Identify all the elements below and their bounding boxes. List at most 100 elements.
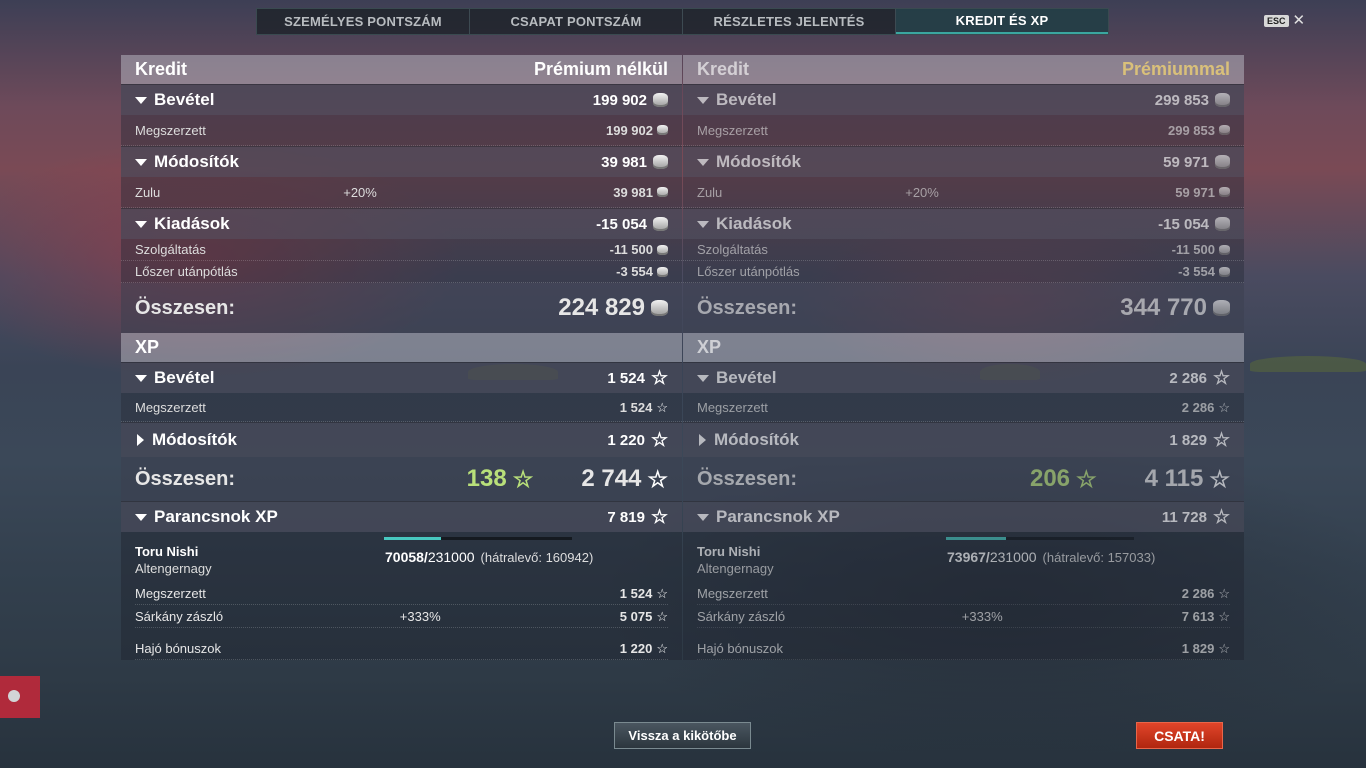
xp-modifiers-group[interactable]: Módosítók 1 220 ☆	[121, 422, 682, 457]
ship-bonus-row: Hajó bónuszok 1 220 ☆	[135, 628, 668, 660]
credit-coin-icon	[1219, 244, 1230, 255]
collapse-arrow-icon[interactable]	[135, 158, 147, 166]
earned-row: Megszerzett 199 902	[121, 115, 682, 146]
credit-coin-icon	[1213, 300, 1230, 316]
commander-xp-group[interactable]: Parancsnok XP 7 819 ☆	[121, 501, 682, 532]
ship-bonus-label: Hajó bónuszok	[697, 640, 783, 656]
collapse-arrow-icon[interactable]	[135, 220, 147, 228]
expand-arrow-icon[interactable]	[699, 434, 706, 446]
tab-credit-xp[interactable]: KREDIT ÉS XP	[896, 9, 1108, 34]
ammo-label: Lőszer utánpótlás	[135, 264, 238, 279]
xp-income-value: 2 286	[1169, 369, 1207, 387]
xp-header: XP	[683, 333, 1244, 362]
commander-name: Toru Nishi	[135, 544, 199, 559]
zulu-percent: +20%	[905, 184, 939, 200]
xp-total-value: 2 744	[581, 465, 642, 492]
commander-progress-max: 231000	[427, 549, 475, 565]
xp-modifiers-label: Módosítók	[152, 430, 237, 449]
ship-bonus-value: 1 829	[1181, 640, 1215, 656]
xp-header: XP	[121, 333, 682, 362]
free-xp-star-icon: ☆	[1076, 465, 1097, 492]
xp-income-group[interactable]: Bevétel 1 524 ☆	[121, 362, 682, 393]
free-xp-value: 206	[1029, 465, 1071, 492]
commander-rank: Altengernagy	[135, 561, 212, 576]
battle-button[interactable]: CSATA!	[1136, 722, 1223, 749]
ammo-label: Lőszer utánpótlás	[697, 264, 800, 279]
credit-title: Kredit	[135, 59, 188, 79]
credit-coin-icon	[657, 244, 668, 255]
expand-arrow-icon[interactable]	[137, 434, 144, 446]
top-tab-bar: SZEMÉLYES PONTSZÁM CSAPAT PONTSZÁM RÉSZL…	[256, 8, 1109, 35]
collapse-arrow-icon[interactable]	[697, 158, 709, 166]
premium-label: Prémium nélkül	[533, 59, 668, 79]
xp-star-icon: ☆	[647, 465, 668, 492]
modifiers-group[interactable]: Módosítók 59 971	[683, 146, 1244, 177]
cmdr-earned-value: 1 524	[619, 585, 653, 601]
dragon-flag-label: Sárkány zászló	[697, 608, 786, 624]
credit-coin-icon	[653, 217, 668, 231]
credit-coin-icon	[657, 125, 668, 135]
credit-total-label: Összesen:	[135, 296, 236, 319]
xp-star-icon: ☆	[1212, 506, 1230, 528]
free-xp-value: 138	[466, 465, 507, 492]
income-group[interactable]: Bevétel 299 853	[683, 84, 1244, 115]
credit-coin-icon	[1219, 187, 1230, 197]
credit-coin-icon	[657, 187, 668, 197]
earned-value: 299 853	[1168, 122, 1215, 138]
expenses-label: Kiadások	[154, 214, 230, 233]
panel-with-premium: Kredit Prémiummal Bevétel 299 853 Megsze…	[683, 55, 1244, 660]
xp-earned-label: Megszerzett	[697, 399, 768, 415]
commander-name: Toru Nishi	[697, 544, 761, 559]
tab-personal-score[interactable]: SZEMÉLYES PONTSZÁM	[257, 9, 470, 34]
xp-total-label: Összesen:	[135, 467, 236, 490]
ship-bonus-value: 1 220	[619, 640, 653, 656]
esc-key-icon: ESC	[1264, 14, 1289, 27]
commander-progress-current: 70058/	[385, 549, 428, 565]
service-label: Szolgáltatás	[135, 242, 206, 257]
credit-coin-icon	[1215, 155, 1230, 169]
xp-star-icon: ☆	[656, 608, 668, 624]
close-button[interactable]: ESC ✕	[1264, 13, 1305, 28]
collapse-arrow-icon[interactable]	[697, 220, 709, 228]
zulu-row: Zulu +20% 59 971	[683, 177, 1244, 208]
modifiers-group[interactable]: Módosítók 39 981	[121, 146, 682, 177]
ammo-row: Lőszer utánpótlás -3 554	[121, 261, 682, 283]
collapse-arrow-icon[interactable]	[135, 96, 147, 104]
return-to-port-button[interactable]: Vissza a kikötőbe	[614, 722, 751, 749]
zulu-label: Zulu	[135, 184, 161, 200]
expenses-group[interactable]: Kiadások -15 054	[121, 208, 682, 239]
japan-flag-decor	[0, 676, 40, 718]
modifiers-value: 59 971	[1163, 153, 1209, 171]
collapse-arrow-icon[interactable]	[697, 96, 709, 104]
xp-title: XP	[697, 337, 722, 357]
service-row: Szolgáltatás -11 500	[121, 239, 682, 261]
commander-remaining: (hátralevő: 157033)	[1042, 550, 1156, 565]
collapse-arrow-icon[interactable]	[697, 374, 709, 382]
credit-total-label: Összesen:	[697, 296, 798, 319]
expenses-group[interactable]: Kiadások -15 054	[683, 208, 1244, 239]
income-value: 199 902	[592, 91, 647, 109]
xp-total-row: Összesen: 206 ☆ 4 115 ☆	[683, 457, 1244, 501]
ship-bonus-label: Hajó bónuszok	[135, 640, 221, 656]
commander-xp-group[interactable]: Parancsnok XP 11 728 ☆	[683, 501, 1244, 532]
xp-modifiers-group[interactable]: Módosítók 1 829 ☆	[683, 422, 1244, 457]
xp-modifiers-value: 1 220	[607, 431, 645, 449]
xp-star-icon: ☆	[1218, 399, 1230, 415]
credit-coin-icon	[657, 266, 668, 277]
tab-detailed-report[interactable]: RÉSZLETES JELENTÉS	[683, 9, 896, 34]
commander-remaining: (hátralevő: 160942)	[480, 550, 594, 565]
commander-progress-max: 231000	[989, 549, 1037, 565]
xp-income-group[interactable]: Bevétel 2 286 ☆	[683, 362, 1244, 393]
xp-earned-value: 1 524	[619, 399, 653, 415]
free-xp-star-icon: ☆	[512, 465, 534, 492]
income-label: Bevétel	[716, 90, 777, 109]
income-group[interactable]: Bevétel 199 902	[121, 84, 682, 115]
tab-team-score[interactable]: CSAPAT PONTSZÁM	[470, 9, 683, 34]
commander-details: Toru Nishi Altengernagy 73967/231000 (hát…	[683, 532, 1244, 660]
cmdr-earned-row: Megszerzett 2 286 ☆	[697, 582, 1230, 605]
collapse-arrow-icon[interactable]	[697, 513, 709, 521]
xp-modifiers-value: 1 829	[1169, 431, 1207, 449]
collapse-arrow-icon[interactable]	[135, 513, 147, 521]
collapse-arrow-icon[interactable]	[135, 374, 147, 382]
commander-progress-text: 73967/231000 (hátralevő: 157033)	[947, 549, 1155, 565]
